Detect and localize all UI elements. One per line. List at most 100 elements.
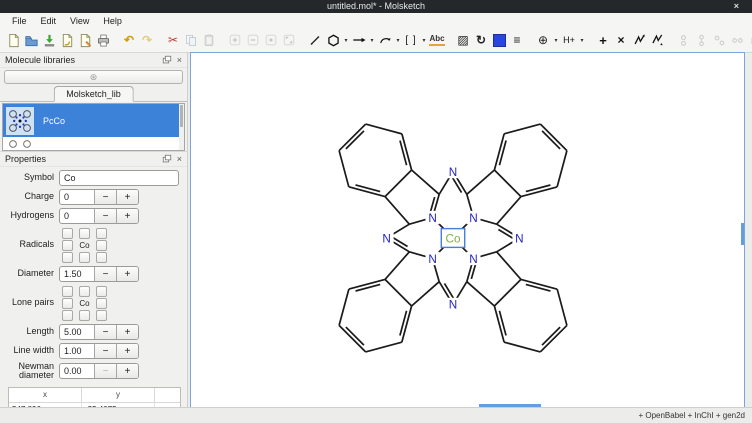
newman-diameter-value[interactable]: 0.00: [60, 364, 94, 378]
radical-checkbox[interactable]: [96, 228, 107, 239]
mechanism-arrow-dropdown-caret[interactable]: ▾: [394, 37, 402, 44]
cut-button[interactable]: ✂: [164, 31, 182, 49]
move-tool-button[interactable]: +: [594, 31, 612, 49]
radical-checkbox[interactable]: [62, 240, 73, 251]
align-horizontal-button[interactable]: [692, 31, 710, 49]
lone-pair-checkbox[interactable]: [62, 310, 73, 321]
radical-checkbox[interactable]: [96, 240, 107, 251]
close-panel-icon[interactable]: ×: [177, 155, 182, 164]
svg-text:N: N: [469, 253, 477, 266]
ring-tool-button[interactable]: [324, 31, 342, 49]
zoom-out-button[interactable]: [244, 31, 262, 49]
lone-pair-checkbox[interactable]: [79, 310, 90, 321]
delete-tool-button[interactable]: ×: [612, 31, 630, 49]
library-item-pcco[interactable]: PcCo: [3, 104, 184, 137]
print-button[interactable]: [94, 31, 112, 49]
radical-checkbox[interactable]: [96, 252, 107, 263]
open-file-button[interactable]: [22, 31, 40, 49]
radical-checkbox[interactable]: [79, 252, 90, 263]
hydrogens-minus-button[interactable]: −: [94, 209, 116, 223]
menu-view[interactable]: View: [63, 16, 96, 26]
library-scrollbar[interactable]: [179, 104, 184, 150]
charge-tool-dropdown-caret[interactable]: ▾: [552, 37, 560, 44]
diameter-plus-button[interactable]: +: [116, 267, 138, 281]
zoom-original-button[interactable]: [262, 31, 280, 49]
hatch-tool-button[interactable]: ▨: [454, 31, 472, 49]
menu-edit[interactable]: Edit: [34, 16, 64, 26]
newman-diameter-minus-button[interactable]: −: [94, 364, 116, 378]
zoom-in-button[interactable]: [226, 31, 244, 49]
save-as-file-button[interactable]: [58, 31, 76, 49]
export-file-button[interactable]: [76, 31, 94, 49]
undo-button[interactable]: ↶: [120, 31, 138, 49]
length-plus-button[interactable]: +: [116, 325, 138, 339]
tab-molsketch-lib[interactable]: Molsketch_lib: [53, 86, 134, 102]
lone-pair-checkbox[interactable]: [96, 286, 107, 297]
save-file-button[interactable]: [40, 31, 58, 49]
charge-tool-button[interactable]: ⊕: [534, 31, 552, 49]
menu-file[interactable]: File: [5, 16, 34, 26]
rotate-tool-icon: ↻: [476, 34, 486, 46]
line-width-value[interactable]: 1.00: [60, 344, 94, 358]
distribute-horizontal-button[interactable]: [728, 31, 746, 49]
close-panel-icon[interactable]: ×: [177, 56, 182, 65]
rotate-tool-button[interactable]: ↻: [472, 31, 490, 49]
ring-tool-dropdown-caret[interactable]: ▾: [342, 37, 350, 44]
molecule-drawing[interactable]: CoNNNNNNNN: [328, 113, 578, 363]
radical-checkbox[interactable]: [62, 228, 73, 239]
color-picker-button[interactable]: [490, 31, 508, 49]
library-settings-button[interactable]: ⊛: [4, 70, 183, 84]
align-vertical-button[interactable]: [674, 31, 692, 49]
line-width-plus-button[interactable]: +: [116, 344, 138, 358]
length-value[interactable]: 5.00: [60, 325, 94, 339]
new-file-button[interactable]: [4, 31, 22, 49]
menu-help[interactable]: Help: [96, 16, 129, 26]
flip-horizontal-button[interactable]: [630, 31, 648, 49]
hydrogen-tool-dropdown-caret[interactable]: ▾: [578, 37, 586, 44]
zoom-fit-button[interactable]: [280, 31, 298, 49]
drawing-canvas[interactable]: CoNNNNNNNN: [190, 52, 745, 408]
text-tool-button[interactable]: Abc: [428, 31, 446, 49]
lone-pair-checkbox[interactable]: [62, 286, 73, 297]
radical-checkbox[interactable]: [62, 252, 73, 263]
line-width-button[interactable]: ≡: [508, 31, 526, 49]
lone-pair-checkbox[interactable]: [79, 286, 90, 297]
hydrogens-value[interactable]: 0: [60, 209, 94, 223]
copy-button[interactable]: [182, 31, 200, 49]
charge-minus-button[interactable]: −: [94, 190, 116, 204]
lone-pair-checkbox[interactable]: [96, 298, 107, 309]
float-panel-icon[interactable]: [162, 55, 172, 65]
lone-pair-checkbox[interactable]: [62, 298, 73, 309]
diameter-minus-button[interactable]: −: [94, 267, 116, 281]
symbol-input[interactable]: Co: [59, 170, 179, 186]
paste-button[interactable]: [200, 31, 218, 49]
hydrogen-tool-button[interactable]: H+: [560, 31, 578, 49]
draw-tool-button[interactable]: [306, 31, 324, 49]
bracket-tool-button[interactable]: [ ]: [402, 31, 420, 49]
line-width-icon: ≡: [513, 34, 520, 46]
toolbar-overflow-button[interactable]: ▶: [746, 31, 752, 49]
reaction-arrow-dropdown-caret[interactable]: ▾: [368, 37, 376, 44]
library-panel-title: Molecule libraries: [5, 55, 157, 65]
reaction-arrow-tool-button[interactable]: [350, 31, 368, 49]
line-width-minus-button[interactable]: −: [94, 344, 116, 358]
flip-vertical-button[interactable]: [648, 31, 666, 49]
float-panel-icon[interactable]: [162, 154, 172, 164]
diameter-stepper: 1.50 − +: [59, 266, 139, 282]
library-item-partial[interactable]: [3, 137, 184, 149]
bracket-tool-dropdown-caret[interactable]: ▾: [420, 37, 428, 44]
canvas-vertical-scrollbar-thumb[interactable]: [741, 223, 744, 245]
redo-button[interactable]: ↷: [138, 31, 156, 49]
mechanism-arrow-tool-button[interactable]: [376, 31, 394, 49]
lone-pair-checkbox[interactable]: [96, 310, 107, 321]
length-minus-button[interactable]: −: [94, 325, 116, 339]
window-close-button[interactable]: ×: [734, 0, 739, 13]
diameter-value[interactable]: 1.50: [60, 267, 94, 281]
newman-diameter-plus-button[interactable]: +: [116, 364, 138, 378]
library-scrollbar-thumb[interactable]: [180, 105, 183, 127]
charge-plus-button[interactable]: +: [116, 190, 138, 204]
radical-checkbox[interactable]: [79, 228, 90, 239]
charge-value[interactable]: 0: [60, 190, 94, 204]
distribute-vertical-button[interactable]: [710, 31, 728, 49]
hydrogens-plus-button[interactable]: +: [116, 209, 138, 223]
